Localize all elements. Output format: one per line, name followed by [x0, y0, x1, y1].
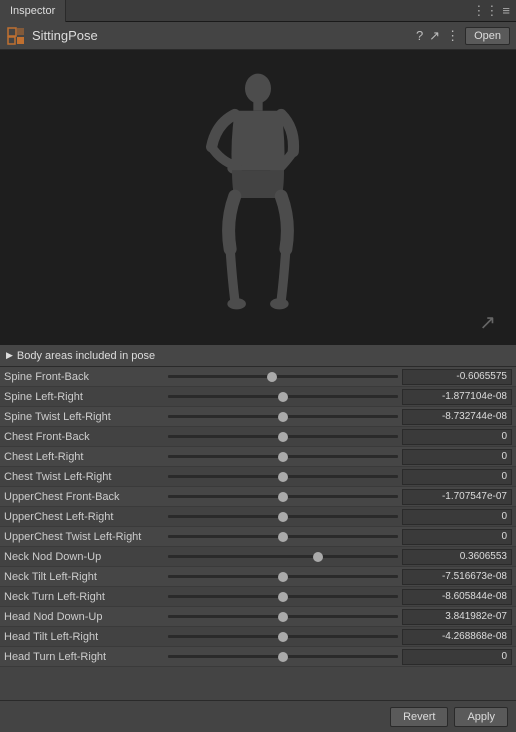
- slider-track[interactable]: [164, 655, 402, 658]
- slider-value-input[interactable]: [402, 629, 512, 645]
- slider-value-input[interactable]: [402, 389, 512, 405]
- tab-bar-icons: ⋮⋮ ≡: [472, 3, 516, 19]
- slider-thumb[interactable]: [278, 472, 288, 482]
- slider-value-input[interactable]: [402, 649, 512, 665]
- slider-value-input[interactable]: [402, 609, 512, 625]
- slider-row: Spine Left-Right: [0, 387, 516, 407]
- slider-label: UpperChest Left-Right: [4, 511, 164, 523]
- slider-track[interactable]: [164, 555, 402, 558]
- slider-row: Head Turn Left-Right: [0, 647, 516, 667]
- slider-row: Chest Front-Back: [0, 427, 516, 447]
- slider-row: Spine Twist Left-Right: [0, 407, 516, 427]
- slider-row: Spine Front-Back: [0, 367, 516, 387]
- slider-value-input[interactable]: [402, 449, 512, 465]
- slider-track[interactable]: [164, 635, 402, 638]
- revert-button[interactable]: Revert: [390, 707, 448, 727]
- slider-row: Neck Tilt Left-Right: [0, 567, 516, 587]
- slider-value-input[interactable]: [402, 589, 512, 605]
- slider-thumb[interactable]: [278, 532, 288, 542]
- open-button[interactable]: Open: [465, 27, 510, 45]
- body-areas-section-header[interactable]: ▶ Body areas included in pose: [0, 345, 516, 367]
- preview-area: ↗: [0, 50, 516, 345]
- tab-menu-icon[interactable]: ⋮⋮: [472, 3, 498, 19]
- slider-thumb[interactable]: [278, 592, 288, 602]
- slider-value-input[interactable]: [402, 409, 512, 425]
- slider-thumb[interactable]: [278, 572, 288, 582]
- slider-label: Neck Nod Down-Up: [4, 551, 164, 563]
- slider-label: Spine Front-Back: [4, 371, 164, 383]
- more-icon[interactable]: ⋮: [446, 28, 459, 44]
- slider-track[interactable]: [164, 455, 402, 458]
- slider-track[interactable]: [164, 475, 402, 478]
- slider-value-input[interactable]: [402, 529, 512, 545]
- tab-options-icon[interactable]: ≡: [502, 3, 510, 19]
- slider-row: Chest Left-Right: [0, 447, 516, 467]
- slider-track[interactable]: [164, 375, 402, 378]
- inspector-tab[interactable]: Inspector: [0, 0, 66, 22]
- slider-row: Head Nod Down-Up: [0, 607, 516, 627]
- slider-track[interactable]: [164, 595, 402, 598]
- slider-row: Chest Twist Left-Right: [0, 467, 516, 487]
- slider-row: UpperChest Left-Right: [0, 507, 516, 527]
- slider-row: UpperChest Front-Back: [0, 487, 516, 507]
- header: SittingPose ? ↗ ⋮ Open: [0, 22, 516, 50]
- asset-name: SittingPose: [32, 28, 416, 43]
- slider-row: Head Tilt Left-Right: [0, 627, 516, 647]
- header-actions: ? ↗ ⋮ Open: [416, 27, 510, 45]
- slider-label: Neck Tilt Left-Right: [4, 571, 164, 583]
- sliders-container: Spine Front-Back Spine Left-Right Spine Tw…: [0, 367, 516, 700]
- slider-row: Neck Turn Left-Right: [0, 587, 516, 607]
- slider-thumb[interactable]: [278, 512, 288, 522]
- apply-button[interactable]: Apply: [454, 707, 508, 727]
- footer: Revert Apply: [0, 700, 516, 732]
- slider-value-input[interactable]: [402, 429, 512, 445]
- section-label: Body areas included in pose: [17, 350, 155, 362]
- slider-thumb[interactable]: [267, 372, 277, 382]
- slider-thumb[interactable]: [278, 392, 288, 402]
- slider-thumb[interactable]: [278, 432, 288, 442]
- slider-track[interactable]: [164, 535, 402, 538]
- slider-row: UpperChest Twist Left-Right: [0, 527, 516, 547]
- slider-label: Head Turn Left-Right: [4, 651, 164, 663]
- slider-label: UpperChest Front-Back: [4, 491, 164, 503]
- help-icon[interactable]: ?: [416, 28, 423, 43]
- slider-track[interactable]: [164, 575, 402, 578]
- slider-label: Spine Left-Right: [4, 391, 164, 403]
- slider-track[interactable]: [164, 515, 402, 518]
- slider-thumb[interactable]: [278, 652, 288, 662]
- slider-thumb[interactable]: [313, 552, 323, 562]
- slider-value-input[interactable]: [402, 369, 512, 385]
- slider-track[interactable]: [164, 435, 402, 438]
- slider-value-input[interactable]: [402, 509, 512, 525]
- slider-value-input[interactable]: [402, 489, 512, 505]
- slider-value-input[interactable]: [402, 469, 512, 485]
- slider-label: Head Tilt Left-Right: [4, 631, 164, 643]
- slider-track[interactable]: [164, 495, 402, 498]
- inspector-tab-label: Inspector: [10, 5, 55, 17]
- tab-bar: Inspector ⋮⋮ ≡: [0, 0, 516, 22]
- slider-thumb[interactable]: [278, 612, 288, 622]
- slider-label: Chest Twist Left-Right: [4, 471, 164, 483]
- slider-label: Chest Left-Right: [4, 451, 164, 463]
- section-arrow-icon: ▶: [6, 350, 13, 361]
- slider-row: Neck Nod Down-Up: [0, 547, 516, 567]
- slider-thumb[interactable]: [278, 452, 288, 462]
- sitting-pose-icon: [6, 26, 26, 46]
- slider-value-input[interactable]: [402, 569, 512, 585]
- slider-track[interactable]: [164, 415, 402, 418]
- cursor-indicator: ↗: [479, 310, 496, 335]
- slider-track[interactable]: [164, 615, 402, 618]
- slider-label: Neck Turn Left-Right: [4, 591, 164, 603]
- slider-thumb[interactable]: [278, 632, 288, 642]
- settings-icon[interactable]: ↗: [429, 28, 440, 44]
- slider-label: UpperChest Twist Left-Right: [4, 531, 164, 543]
- slider-thumb[interactable]: [278, 492, 288, 502]
- slider-label: Chest Front-Back: [4, 431, 164, 443]
- slider-track[interactable]: [164, 395, 402, 398]
- slider-label: Spine Twist Left-Right: [4, 411, 164, 423]
- slider-label: Head Nod Down-Up: [4, 611, 164, 623]
- slider-thumb[interactable]: [278, 412, 288, 422]
- slider-value-input[interactable]: [402, 549, 512, 565]
- figure-preview: [178, 68, 338, 328]
